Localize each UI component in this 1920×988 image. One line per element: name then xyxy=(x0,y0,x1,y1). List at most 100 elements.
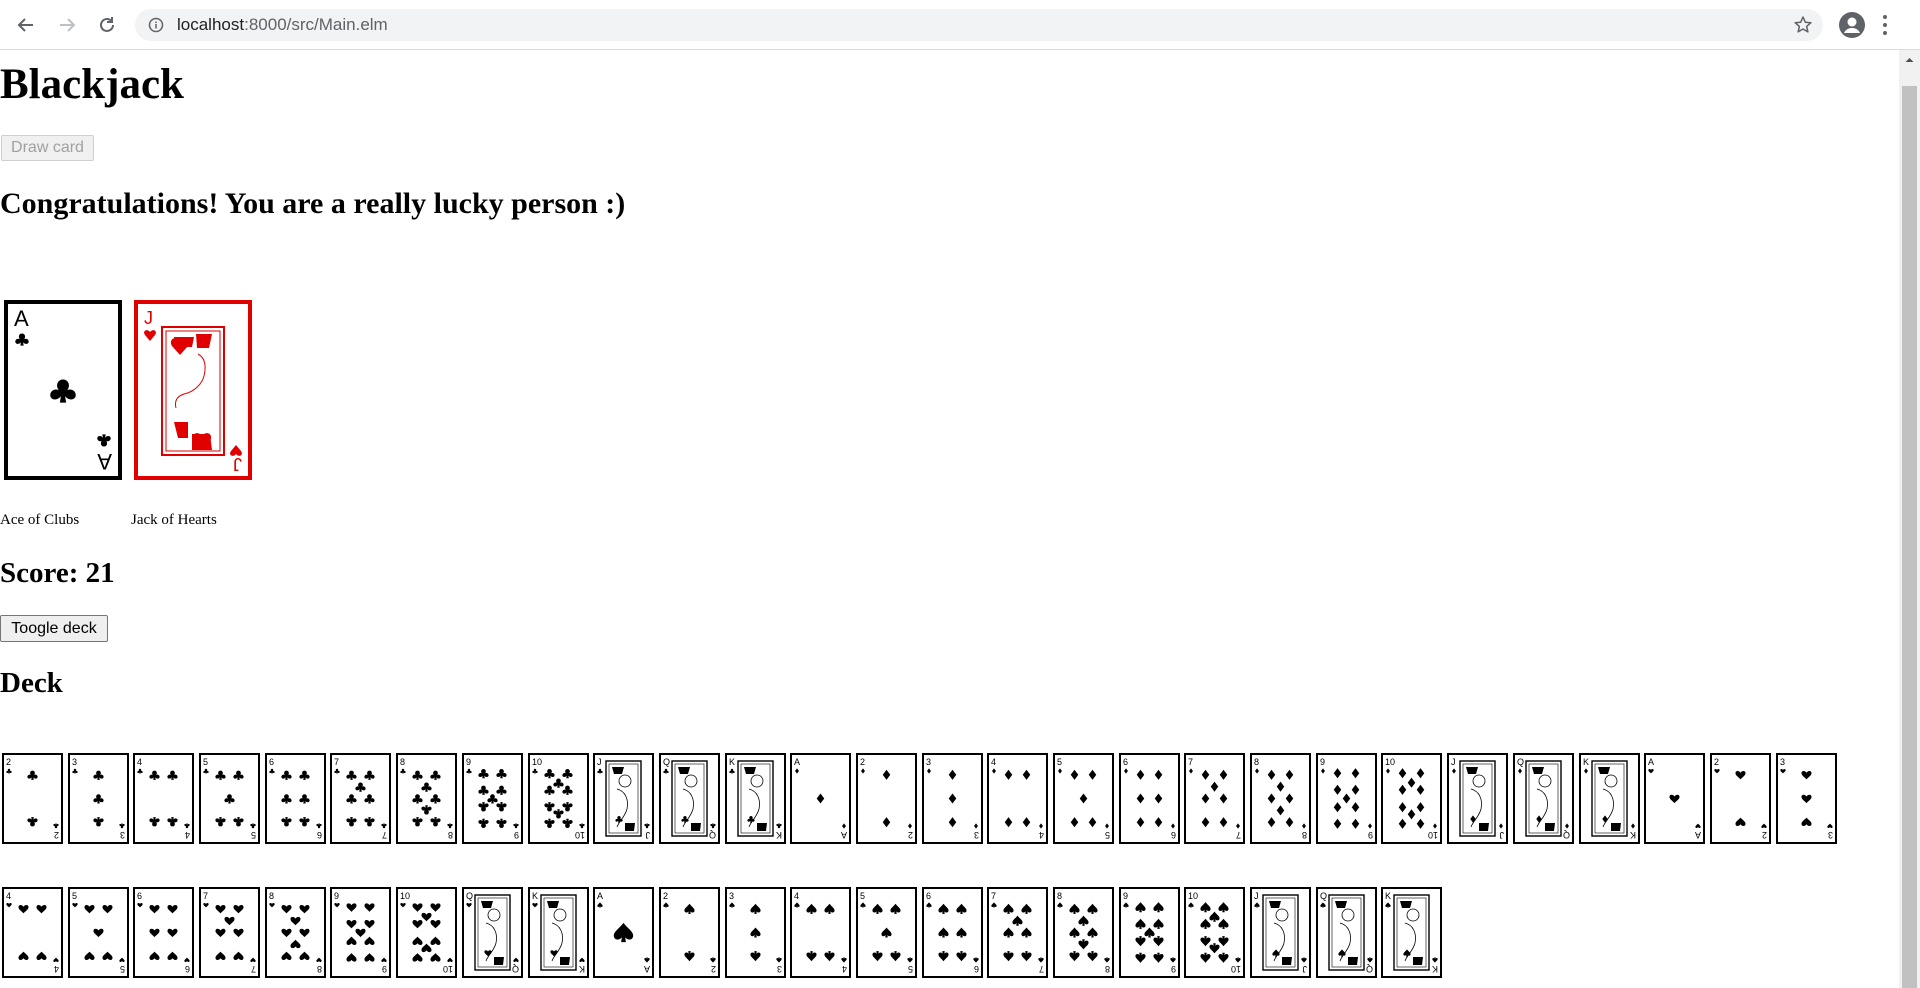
score: Score: 21 xyxy=(0,557,115,589)
hand-card-rank-rotated: J xyxy=(233,454,242,474)
svg-text:7: 7 xyxy=(251,964,256,974)
deck-card-k-of-spades: KK xyxy=(1381,887,1443,978)
svg-text:J: J xyxy=(646,830,651,840)
svg-text:Q: Q xyxy=(1563,830,1570,840)
svg-text:6: 6 xyxy=(317,830,322,840)
svg-text:Q: Q xyxy=(709,830,716,840)
svg-text:K: K xyxy=(729,757,735,767)
svg-text:3: 3 xyxy=(926,757,931,767)
deck-card-3-of-hearts: 33 xyxy=(1775,753,1837,844)
deck-card-5-of-spades: 55 xyxy=(855,887,917,978)
svg-text:5: 5 xyxy=(72,891,77,901)
deck-card-5-of-diamonds: 55 xyxy=(1053,753,1114,844)
deck-card-8-of-clubs: 88 xyxy=(396,753,458,844)
svg-text:8: 8 xyxy=(317,964,322,974)
svg-text:K: K xyxy=(1432,964,1438,974)
deck-row: 4 4 5 5 6 6 7 7 8 8 9 9 10 10 Q Q K K A A 2 2 3 3 4 4 5 5 6 6 7 7 8 8 9 9 10… xyxy=(2,887,1447,978)
svg-text:7: 7 xyxy=(382,830,387,840)
info-icon[interactable] xyxy=(148,17,164,33)
svg-text:4: 4 xyxy=(6,891,11,901)
svg-text:3: 3 xyxy=(1828,830,1833,840)
deck-card-4-of-diamonds: 44 xyxy=(987,753,1049,844)
hand-card-ace-of-clubs: A A xyxy=(4,300,122,480)
svg-text:2: 2 xyxy=(1714,757,1719,767)
deck-card-q-of-spades: QQ xyxy=(1315,887,1377,978)
bookmark-star-icon[interactable] xyxy=(1793,15,1813,35)
svg-text:Q: Q xyxy=(1517,757,1524,767)
svg-text:K: K xyxy=(1583,757,1589,767)
svg-text:K: K xyxy=(776,830,782,840)
svg-text:8: 8 xyxy=(269,891,274,901)
deck-card-3-of-spades: 33 xyxy=(724,887,786,978)
svg-text:4: 4 xyxy=(137,757,142,767)
toggle-deck-button[interactable]: Toogle deck xyxy=(0,615,108,642)
profile-avatar-icon[interactable] xyxy=(1838,11,1866,39)
svg-text:J: J xyxy=(1303,964,1308,974)
svg-text:10: 10 xyxy=(1385,757,1395,767)
back-arrow-icon[interactable] xyxy=(13,12,39,38)
svg-text:9: 9 xyxy=(382,964,387,974)
svg-text:5: 5 xyxy=(860,891,865,901)
deck-card-4-of-hearts: 44 xyxy=(2,887,63,978)
hand-card-rank: J xyxy=(144,308,153,328)
svg-text:3: 3 xyxy=(120,830,125,840)
svg-text:10: 10 xyxy=(1428,830,1438,840)
scroll-up-icon[interactable] xyxy=(1902,53,1917,67)
deck-card-3-of-clubs: 33 xyxy=(67,753,129,844)
deck-card-10-of-spades: 10 10 xyxy=(1184,887,1246,978)
svg-text:7: 7 xyxy=(203,891,208,901)
deck-row: 2 2 3 3 4 4 5 5 6 6 7 7 8 8 9 9 10 10 J J Q Q K K A A 2 2 3 3 4 4 5 5 6 6 7 7… xyxy=(2,753,1841,844)
svg-text:K: K xyxy=(1385,891,1391,901)
svg-text:A: A xyxy=(841,830,847,840)
svg-text:9: 9 xyxy=(1123,891,1128,901)
forward-arrow-icon[interactable] xyxy=(54,12,80,38)
deck-card-q-of-diamonds: QQ xyxy=(1512,753,1574,844)
club-icon xyxy=(50,379,76,403)
svg-text:3: 3 xyxy=(1780,757,1785,767)
svg-text:8: 8 xyxy=(1302,830,1307,840)
svg-text:2: 2 xyxy=(6,757,11,767)
svg-text:6: 6 xyxy=(269,757,274,767)
svg-text:2: 2 xyxy=(860,757,865,767)
deck-card-2-of-hearts: 22 xyxy=(1709,753,1771,844)
address-bar[interactable]: localhost:8000/src/Main.elm xyxy=(135,9,1823,41)
svg-text:6: 6 xyxy=(1123,757,1128,767)
svg-text:4: 4 xyxy=(1039,830,1044,840)
hand-card-jack-of-hearts: J J xyxy=(134,300,252,480)
svg-text:2: 2 xyxy=(711,964,716,974)
svg-text:8: 8 xyxy=(1254,757,1259,767)
deck-card-6-of-clubs: 66 xyxy=(264,753,326,844)
svg-text:Q: Q xyxy=(1366,964,1373,974)
svg-text:10: 10 xyxy=(532,757,542,767)
svg-text:K: K xyxy=(532,891,538,901)
svg-text:5: 5 xyxy=(203,757,208,767)
deck-card-2-of-clubs: 22 xyxy=(2,753,63,844)
svg-text:A: A xyxy=(597,891,603,901)
svg-text:Q: Q xyxy=(466,891,473,901)
svg-text:K: K xyxy=(578,964,584,974)
svg-text:3: 3 xyxy=(729,891,734,901)
deck-card-5-of-clubs: 55 xyxy=(199,753,261,844)
deck-title: Deck xyxy=(0,667,63,699)
svg-text:5: 5 xyxy=(908,964,913,974)
deck-card-9-of-clubs: 99 xyxy=(461,753,523,844)
svg-text:6: 6 xyxy=(137,891,142,901)
deck-card-4-of-spades: 44 xyxy=(790,887,852,978)
svg-text:4: 4 xyxy=(794,891,799,901)
svg-text:4: 4 xyxy=(54,964,59,974)
svg-text:9: 9 xyxy=(514,830,519,840)
svg-text:7: 7 xyxy=(1236,830,1241,840)
deck-card-8-of-diamonds: 88 xyxy=(1250,753,1312,844)
deck-card-q-of-hearts: QQ xyxy=(461,887,523,978)
svg-text:J: J xyxy=(597,757,602,767)
reload-icon[interactable] xyxy=(94,12,120,38)
svg-text:5: 5 xyxy=(251,830,256,840)
scrollbar-thumb[interactable] xyxy=(1902,86,1917,988)
url-host: localhost xyxy=(177,15,245,34)
more-menu-icon[interactable] xyxy=(1882,14,1888,36)
svg-text:A: A xyxy=(1695,830,1701,840)
deck-card-a-of-hearts: AA xyxy=(1644,753,1706,844)
draw-card-button[interactable]: Draw card xyxy=(1,135,94,161)
svg-text:9: 9 xyxy=(1171,964,1176,974)
svg-text:2: 2 xyxy=(908,830,913,840)
